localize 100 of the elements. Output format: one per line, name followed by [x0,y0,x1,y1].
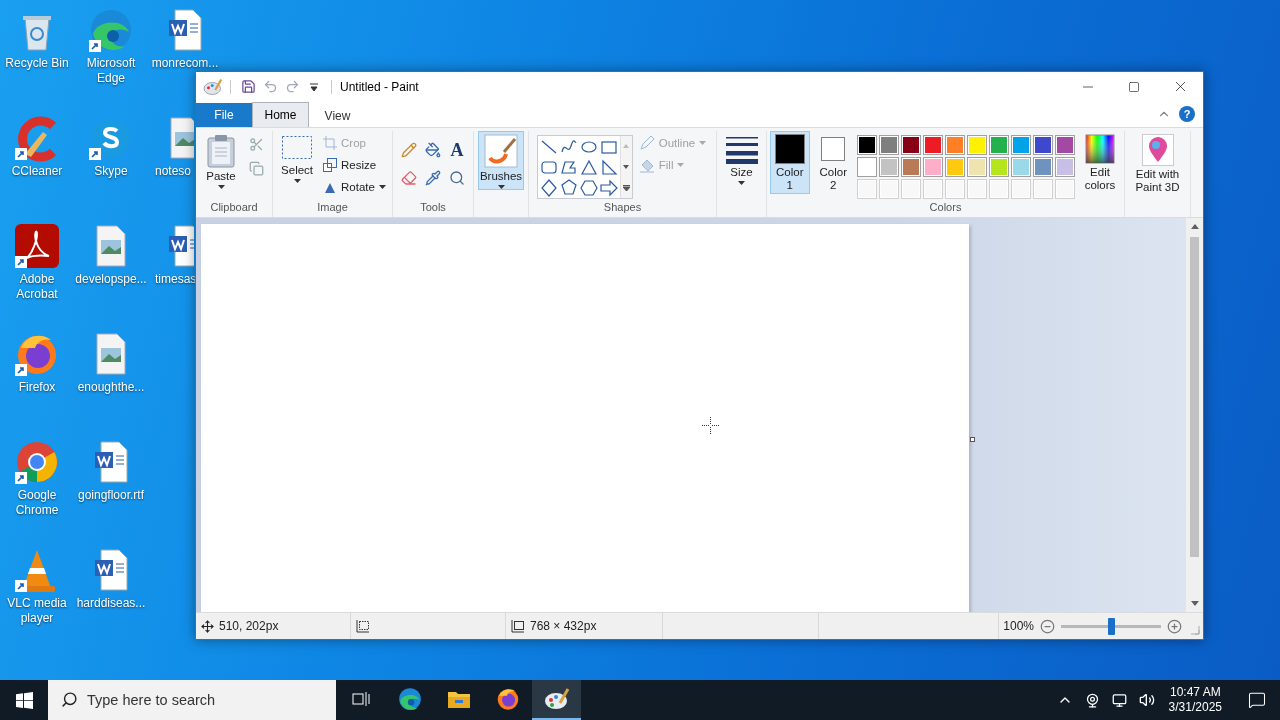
canvas-size-icon [511,619,525,633]
color-swatch[interactable] [1055,157,1075,177]
rotate-button[interactable]: Rotate [321,177,388,197]
empty-swatch[interactable] [857,179,877,199]
camera-icon[interactable] [1084,692,1100,708]
cursor-position-icon [201,619,214,633]
scroll-down-icon[interactable] [1190,601,1199,606]
color-swatch[interactable] [945,135,965,155]
color-swatch[interactable] [879,135,899,155]
empty-swatch[interactable] [923,179,943,199]
color-swatch[interactable] [989,135,1009,155]
color-swatch[interactable] [1011,157,1031,177]
size-button[interactable]: Size [721,131,762,186]
help-button[interactable]: ? [1179,106,1195,122]
color-swatch[interactable] [1033,135,1053,155]
caret-icon [738,181,745,185]
icon-label: enoughthe... [77,380,145,395]
paste-button[interactable]: Paste [201,131,241,190]
color-swatch[interactable] [857,135,877,155]
undo-icon[interactable] [262,79,278,94]
magnifier-icon[interactable] [449,170,465,186]
search-field[interactable]: Type here to search [48,680,336,720]
edit-colors-button[interactable]: Edit colors [1079,131,1121,193]
volume-icon[interactable] [1138,692,1155,708]
eraser-icon[interactable] [401,170,417,186]
empty-swatch[interactable] [1011,179,1031,199]
empty-swatch[interactable] [945,179,965,199]
caret-icon [677,163,685,167]
caret-icon [293,179,301,183]
ribbon-tab[interactable]: Home [252,102,309,127]
empty-swatch[interactable] [879,179,899,199]
resize-button[interactable]: Resize [321,155,388,175]
icon-label: Adobe Acrobat [15,272,59,302]
zoom-out-icon[interactable] [1040,618,1055,634]
arrow-shape-icon[interactable] [598,177,619,197]
color-swatch[interactable] [1033,157,1053,177]
acrobat-icon[interactable] [13,222,61,270]
empty-swatch[interactable] [967,179,987,199]
paint-bucket-icon [638,157,655,173]
color-picker-icon[interactable] [425,170,441,186]
scroll-down-icon[interactable] [623,165,630,169]
customize-caret-icon[interactable] [309,81,319,92]
window-title: Untitled - Paint [340,79,419,94]
file-tab[interactable]: File [196,103,252,127]
brushes-button[interactable]: Brushes [478,131,524,190]
icon-label: timesas [154,272,197,287]
color-button[interactable]: Color 1 [770,131,810,194]
pencil-icon[interactable] [401,142,417,158]
color-swatch[interactable] [901,135,921,155]
paint-palette-icon [543,687,570,711]
crop-icon [323,136,338,150]
text-tool[interactable]: A [446,139,468,161]
color-spectrum-icon [1085,134,1115,164]
empty-swatch[interactable] [1033,179,1053,199]
folder-icon [446,689,471,709]
select-button[interactable]: Select [277,131,318,184]
paint-app-icon [203,77,223,96]
maximize-icon[interactable] [1128,80,1140,93]
windows-logo-icon [15,691,33,709]
color-swatch[interactable] [879,157,899,177]
pentagon-shape-icon[interactable] [558,177,579,197]
task-view-icon [351,691,370,707]
redo-icon[interactable] [284,79,300,94]
expand-gallery-icon[interactable] [622,184,630,191]
color-swatch[interactable] [967,135,987,155]
line-width-icon [725,134,758,164]
taskbar-app-button[interactable] [532,680,581,720]
color-swatch[interactable] [967,157,987,177]
color-swatch[interactable] [989,157,1009,177]
icon-label: Recycle Bin [5,56,69,71]
paint-3d-icon [1141,134,1174,166]
zoom-slider-thumb[interactable] [1108,617,1115,635]
resize-grip-icon [1190,625,1200,635]
color-swatch[interactable] [945,157,965,177]
color-swatch[interactable] [923,135,943,155]
color-swatch[interactable] [901,157,921,177]
notifications-icon[interactable] [1248,691,1266,709]
hexagon-shape-icon[interactable] [578,177,599,197]
color-button[interactable]: Color 2 [813,131,853,194]
group-label: Shapes [602,200,643,215]
vertical-scrollbar[interactable] [1186,218,1203,612]
caret-icon [378,185,386,189]
resize-icon [323,158,338,172]
save-icon[interactable] [240,79,256,94]
resize-handle[interactable] [970,437,975,442]
empty-swatch[interactable] [1055,179,1075,199]
paint-3d-button[interactable]: Edit with Paint 3D [1126,131,1189,195]
color-swatch[interactable] [1011,135,1031,155]
color-swatch[interactable] [857,157,877,177]
empty-swatch[interactable] [901,179,921,199]
paint-bucket-icon[interactable] [425,142,441,158]
color-swatch[interactable] [923,157,943,177]
icon-label: Google Chrome [14,488,60,518]
clock[interactable]: 10:47 AM 3/31/2025 [1164,685,1226,715]
empty-swatch[interactable] [989,179,1009,199]
scroll-up-icon[interactable] [1190,224,1199,229]
icon-label: developspe... [75,272,147,287]
network-icon[interactable] [1111,692,1127,708]
color-swatch[interactable] [1055,135,1075,155]
zoom-in-icon[interactable] [1167,618,1182,634]
